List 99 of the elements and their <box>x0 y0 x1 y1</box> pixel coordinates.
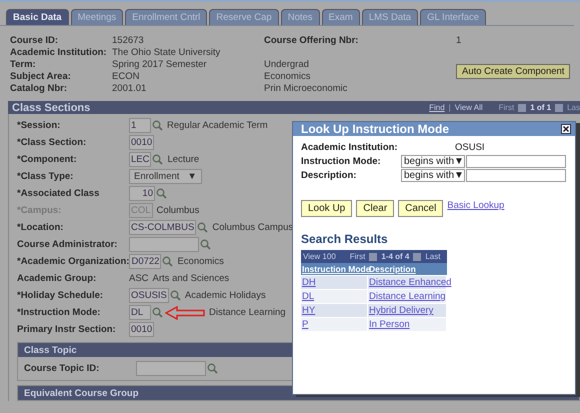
field-label: Instruction Mode: <box>301 156 382 166</box>
field-label: Academic Institution: <box>10 47 108 59</box>
field-value: ASC <box>129 273 149 284</box>
operator-dropdown[interactable]: begins with▼ <box>401 168 465 182</box>
page-count: 1 of 1 <box>530 103 552 112</box>
field-description: Academic Holidays <box>184 290 266 301</box>
input-field[interactable]: 1 <box>129 118 151 133</box>
input-field[interactable]: CS-COLMBUS <box>129 220 196 235</box>
field-label: Academic Institution: <box>301 142 399 152</box>
field-label: Catalog Nbr: <box>10 83 68 95</box>
first-label: First <box>350 252 366 261</box>
input-field[interactable] <box>466 154 566 168</box>
dialog-button[interactable]: Clear <box>356 200 394 217</box>
field-label: *Associated Class <box>17 188 100 199</box>
dialog-button[interactable]: Cancel <box>398 200 444 217</box>
first-label: First <box>498 103 514 112</box>
field-description: Distance Learning <box>209 307 286 318</box>
input-field[interactable] <box>136 361 206 376</box>
field-description: Arts and Sciences <box>152 273 230 284</box>
search-icon[interactable] <box>200 239 211 250</box>
next-button[interactable] <box>413 252 422 260</box>
field-value: Undergrad <box>264 59 310 71</box>
input-field[interactable]: LEC <box>129 152 152 167</box>
field-description: Columbus <box>156 205 200 216</box>
column-header[interactable]: Description <box>368 263 446 275</box>
section-title: Class Topic <box>24 344 77 356</box>
field-description: Columbus Campus <box>212 222 294 233</box>
operator-dropdown[interactable]: begins with▼ <box>401 154 465 168</box>
field-label: Course Topic ID: <box>24 363 100 374</box>
field-label: Subject Area: <box>10 71 72 83</box>
field-label: *Component: <box>17 154 78 165</box>
field-value: 1 <box>456 35 462 47</box>
field-label: Academic Group: <box>17 273 98 284</box>
search-icon[interactable] <box>162 256 174 267</box>
field-label: Description: <box>301 170 358 180</box>
separator: | <box>448 103 451 112</box>
field-label: *Class Section: <box>17 137 88 148</box>
field-value: 2001.01 <box>112 83 148 95</box>
search-icon[interactable] <box>207 363 218 374</box>
find-link[interactable]: Find <box>429 103 445 112</box>
field-label: Course ID: <box>10 35 60 47</box>
basic-lookup-link[interactable]: Basic Lookup <box>447 200 504 211</box>
last-label: Las <box>567 103 580 112</box>
field-description: Regular Academic Term <box>167 120 268 131</box>
result-link[interactable]: HY <box>302 305 316 316</box>
field-label: *Class Type: <box>17 171 74 182</box>
previous-button[interactable] <box>518 104 526 112</box>
input-field[interactable] <box>129 237 199 252</box>
field-label: *Holiday Schedule: <box>17 290 104 301</box>
view-all-link[interactable]: View All <box>454 103 483 112</box>
input-field[interactable]: D0722 <box>129 254 162 269</box>
search-icon[interactable] <box>152 307 163 318</box>
tab[interactable]: Basic Data <box>6 9 69 25</box>
input-field[interactable]: 0010 <box>129 135 154 150</box>
field-value: ECON <box>112 71 140 83</box>
previous-button[interactable] <box>369 252 378 260</box>
input-field[interactable]: 0010 <box>129 322 154 337</box>
field-label: Term: <box>10 59 37 71</box>
search-icon[interactable] <box>170 290 181 301</box>
search-icon[interactable] <box>152 154 164 165</box>
class-type-dropdown[interactable]: Enrollment ▼ <box>129 169 202 184</box>
result-link[interactable]: P <box>302 319 308 330</box>
field-value: 152673 <box>112 35 145 47</box>
close-icon[interactable] <box>561 124 571 134</box>
result-link[interactable]: Distance Learning <box>369 291 446 302</box>
result-link[interactable]: DH <box>302 277 316 288</box>
dialog-title: Look Up Instruction Mode <box>301 122 449 136</box>
input-field[interactable]: 10 <box>129 186 155 201</box>
auto-create-component-button[interactable]: Auto Create Component <box>456 64 570 78</box>
field-label: *Location: <box>17 222 64 233</box>
field-value: Spring 2017 Semester <box>112 59 208 71</box>
field-label: Course Administrator: <box>17 239 118 250</box>
dialog-button[interactable]: Look Up <box>301 200 352 217</box>
result-link[interactable]: DL <box>302 291 314 302</box>
section-title: Equivalent Course Group <box>24 388 139 398</box>
page-count: 1-4 of 4 <box>381 252 410 261</box>
input-field[interactable]: OSUSIS <box>129 288 169 303</box>
field-label: Course Offering Nbr: <box>264 35 360 47</box>
search-icon[interactable] <box>152 120 163 131</box>
view-link[interactable]: View 100 <box>303 252 336 261</box>
field-value: The Ohio State University <box>112 47 222 59</box>
next-button[interactable] <box>555 104 564 112</box>
search-icon[interactable] <box>156 188 167 199</box>
field-label: Primary Instr Section: <box>17 324 117 335</box>
field-description: Economics <box>177 256 224 267</box>
field-label: *Instruction Mode: <box>17 307 102 318</box>
last-label: Last <box>425 252 440 261</box>
section-title: Class Sections <box>12 102 90 114</box>
field-description: Lecture <box>167 154 200 165</box>
input-field[interactable] <box>466 168 566 182</box>
results-title: Search Results <box>301 232 389 246</box>
field-value: Economics <box>264 71 312 83</box>
search-icon[interactable] <box>197 222 208 233</box>
field-label: *Academic Organization: <box>17 256 130 267</box>
field-value: OSUSI <box>455 142 486 152</box>
field-label: *Session: <box>17 120 62 131</box>
result-link[interactable]: Distance Enhanced <box>369 277 452 288</box>
input-field[interactable]: DL <box>129 305 151 320</box>
field-value: Prin Microeconomic <box>264 83 348 95</box>
